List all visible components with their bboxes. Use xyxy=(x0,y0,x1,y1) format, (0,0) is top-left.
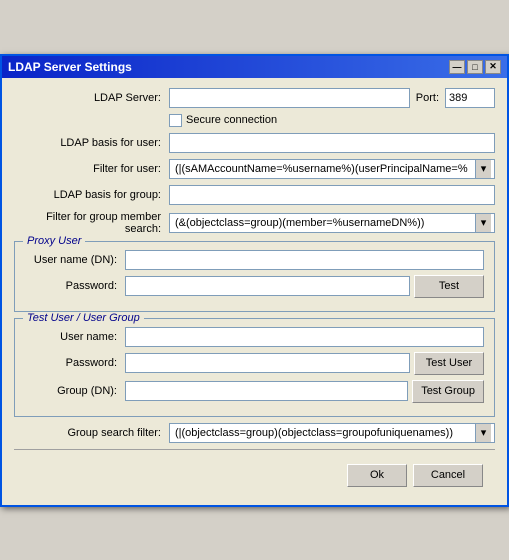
secure-connection-row: Secure connection xyxy=(14,114,495,127)
ldap-basis-user-label: LDAP basis for user: xyxy=(14,137,169,149)
test-group-row: Group (DN): Test Group xyxy=(25,380,484,403)
port-label: Port: xyxy=(416,92,439,104)
group-search-filter-label: Group search filter: xyxy=(14,427,169,439)
proxy-username-input[interactable] xyxy=(125,250,484,270)
close-button[interactable]: ✕ xyxy=(485,60,501,74)
ldap-basis-group-label: LDAP basis for group: xyxy=(14,189,169,201)
filter-group-row: Filter for group member search: (&(objec… xyxy=(14,211,495,235)
test-group-button[interactable]: Test Group xyxy=(412,380,484,403)
test-username-label: User name: xyxy=(25,331,125,343)
test-password-label: Password: xyxy=(25,357,125,369)
test-username-input[interactable] xyxy=(125,327,484,347)
ldap-basis-group-row: LDAP basis for group: xyxy=(14,185,495,205)
test-password-input[interactable] xyxy=(125,353,410,373)
ldap-server-row: LDAP Server: Port: xyxy=(14,88,495,108)
ldap-basis-user-row: LDAP basis for user: xyxy=(14,133,495,153)
cancel-button[interactable]: Cancel xyxy=(413,464,483,487)
title-bar: LDAP Server Settings — □ ✕ xyxy=(2,56,507,78)
proxy-user-group: Proxy User User name (DN): Password: Tes… xyxy=(14,241,495,312)
filter-user-row: Filter for user: (|(sAMAccountName=%user… xyxy=(14,159,495,179)
ldap-basis-group-input[interactable] xyxy=(169,185,495,205)
test-password-row: Password: Test User xyxy=(25,352,484,375)
group-search-filter-value: (|(objectclass=group)(objectclass=groupo… xyxy=(173,427,475,439)
secure-connection-container: Secure connection xyxy=(169,114,277,127)
proxy-password-input[interactable] xyxy=(125,276,410,296)
ldap-basis-user-input[interactable] xyxy=(169,133,495,153)
ldap-server-label: LDAP Server: xyxy=(14,92,169,104)
window-title: LDAP Server Settings xyxy=(8,60,132,74)
ldap-server-input[interactable] xyxy=(169,88,410,108)
secure-connection-label: Secure connection xyxy=(186,114,277,126)
group-search-filter-dropdown-arrow[interactable]: ▾ xyxy=(475,424,491,442)
title-bar-controls: — □ ✕ xyxy=(449,60,501,74)
proxy-username-row: User name (DN): xyxy=(25,250,484,270)
minimize-button[interactable]: — xyxy=(449,60,465,74)
proxy-password-row: Password: Test xyxy=(25,275,484,298)
test-username-row: User name: xyxy=(25,327,484,347)
ok-button[interactable]: Ok xyxy=(347,464,407,487)
filter-group-value: (&(objectclass=group)(member=%usernameDN… xyxy=(173,217,475,229)
test-user-button[interactable]: Test User xyxy=(414,352,484,375)
secure-connection-checkbox[interactable] xyxy=(169,114,182,127)
filter-group-label: Filter for group member search: xyxy=(14,211,169,235)
filter-user-label: Filter for user: xyxy=(14,163,169,175)
form-content: LDAP Server: Port: Secure connection LDA… xyxy=(2,78,507,505)
proxy-username-label: User name (DN): xyxy=(25,254,125,266)
bottom-separator xyxy=(14,449,495,450)
filter-group-dropdown-arrow[interactable]: ▾ xyxy=(475,214,491,232)
port-input[interactable] xyxy=(445,88,495,108)
proxy-password-label: Password: xyxy=(25,280,125,292)
proxy-user-title: Proxy User xyxy=(23,235,85,247)
filter-user-dropdown-arrow[interactable]: ▾ xyxy=(475,160,491,178)
maximize-button[interactable]: □ xyxy=(467,60,483,74)
dialog-buttons: Ok Cancel xyxy=(14,458,495,495)
ldap-settings-window: LDAP Server Settings — □ ✕ LDAP Server: … xyxy=(0,54,509,507)
test-group-input[interactable] xyxy=(125,381,408,401)
proxy-test-button[interactable]: Test xyxy=(414,275,484,298)
test-section-title: Test User / User Group xyxy=(23,312,144,324)
test-user-group: Test User / User Group User name: Passwo… xyxy=(14,318,495,417)
test-group-label: Group (DN): xyxy=(25,385,125,397)
filter-user-value: (|(sAMAccountName=%username%)(userPrinci… xyxy=(173,163,475,175)
group-search-filter-row: Group search filter: (|(objectclass=grou… xyxy=(14,423,495,443)
